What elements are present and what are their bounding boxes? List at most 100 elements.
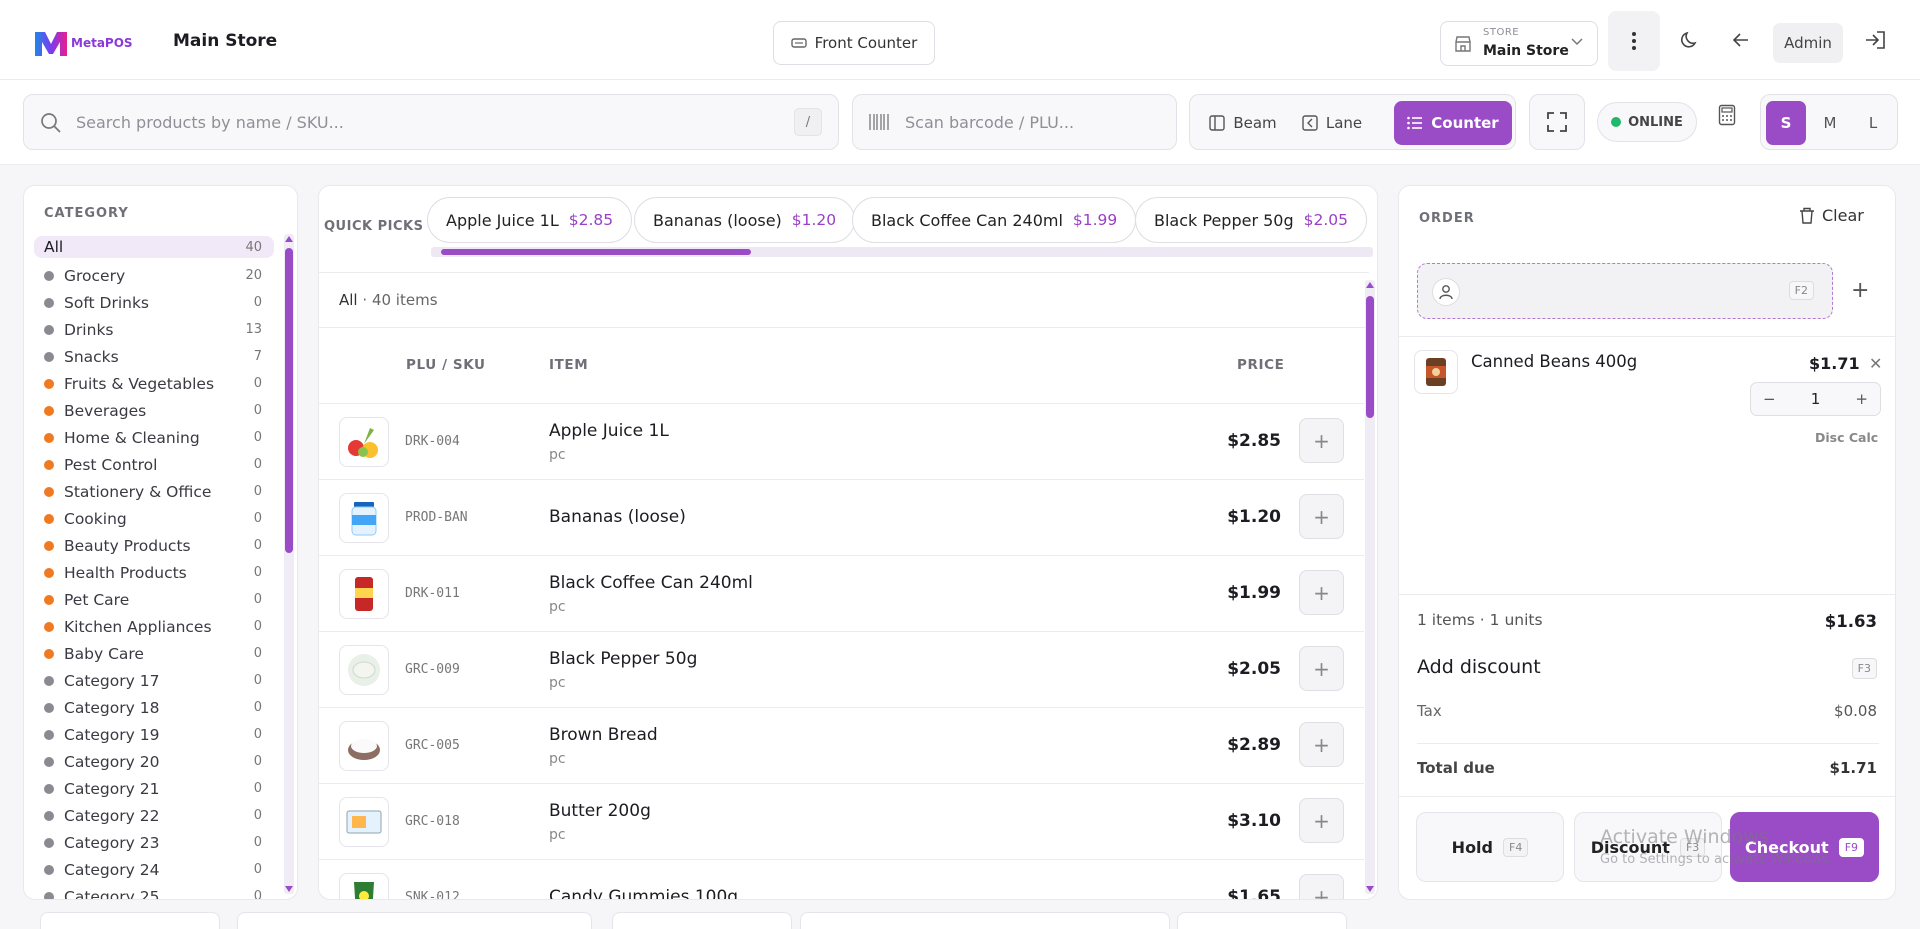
register-button[interactable]: Front Counter — [773, 21, 935, 65]
product-unit: pc — [549, 675, 566, 691]
product-name: Butter 200g — [549, 801, 651, 821]
view-counter-button[interactable]: Counter — [1394, 101, 1512, 145]
logout-icon[interactable] — [1864, 30, 1886, 50]
line-calc-button[interactable]: Calc — [1849, 430, 1878, 445]
product-scrollbar[interactable] — [1365, 280, 1375, 894]
category-item[interactable]: Home & Cleaning 0 — [34, 424, 274, 451]
category-item[interactable]: Fruits & Vegetables 0 — [34, 370, 274, 397]
category-count: 0 — [253, 457, 262, 472]
category-item[interactable]: Category 24 0 — [34, 856, 274, 883]
add-to-order-button[interactable]: + — [1299, 570, 1344, 615]
category-count: 0 — [253, 727, 262, 742]
category-item[interactable]: Category 17 0 — [34, 667, 274, 694]
kebab-icon — [1631, 31, 1637, 51]
quick-pick-price: $2.85 — [568, 211, 614, 229]
store-select[interactable]: STORE Main Store — [1440, 21, 1598, 66]
add-customer-button[interactable]: + — [1851, 278, 1869, 303]
product-row[interactable]: DRK-011 Black Coffee Can 240ml pc $1.99 + — [319, 556, 1364, 632]
category-item[interactable]: Category 19 0 — [34, 721, 274, 748]
fullscreen-button[interactable] — [1529, 94, 1585, 150]
clear-order-button[interactable]: Clear — [1799, 206, 1864, 225]
category-item[interactable]: Cooking 0 — [34, 505, 274, 532]
category-dot — [44, 351, 54, 362]
quick-picks-scrollbar[interactable] — [431, 247, 1373, 257]
category-item[interactable]: Soft Drinks 0 — [34, 289, 274, 316]
chevron-down-icon — [1571, 38, 1583, 46]
breadcrumb: All · 40 items — [339, 291, 438, 309]
add-to-order-button[interactable]: + — [1299, 494, 1344, 539]
category-item[interactable]: Category 20 0 — [34, 748, 274, 775]
product-row[interactable]: PROD-BAN Bananas (loose) $1.20 + — [319, 480, 1364, 556]
more-menu-button[interactable] — [1608, 11, 1660, 71]
product-row[interactable]: GRC-009 Black Pepper 50g pc $2.05 + — [319, 632, 1364, 708]
size-s-button[interactable]: S — [1766, 101, 1806, 145]
line-disc-button[interactable]: Disc — [1815, 430, 1845, 445]
customer-select[interactable]: F2 — [1417, 263, 1833, 319]
category-item[interactable]: Category 22 0 — [34, 802, 274, 829]
category-item[interactable]: Baby Care 0 — [34, 640, 274, 667]
product-row[interactable]: GRC-018 Butter 200g pc $3.10 + — [319, 784, 1364, 860]
product-row[interactable]: DRK-004 Apple Juice 1L pc $2.85 + — [319, 404, 1364, 480]
size-l-button[interactable]: L — [1853, 101, 1893, 145]
add-to-order-button[interactable]: + — [1299, 874, 1344, 899]
quick-pick-chip[interactable]: Apple Juice 1L $2.85 — [427, 197, 633, 243]
qty-decrement-button[interactable]: − — [1763, 390, 1776, 408]
product-price: $2.85 — [1227, 431, 1281, 451]
category-name: Pest Control — [64, 455, 158, 474]
add-to-order-button[interactable]: + — [1299, 646, 1344, 691]
category-item[interactable]: Stationery & Office 0 — [34, 478, 274, 505]
category-count: 0 — [253, 862, 262, 877]
qty-value[interactable]: 1 — [1811, 390, 1821, 408]
qty-increment-button[interactable]: + — [1855, 390, 1868, 408]
category-title: CATEGORY — [44, 206, 129, 221]
quick-pick-chip[interactable]: Bananas (loose) $1.20 — [634, 197, 856, 243]
barcode-input[interactable] — [905, 107, 1155, 137]
search-input[interactable] — [76, 107, 776, 137]
crumb-all[interactable]: All — [339, 291, 358, 309]
admin-button[interactable]: Admin — [1773, 23, 1843, 63]
category-scrollbar[interactable] — [284, 234, 294, 894]
view-beam-label: Beam — [1233, 114, 1277, 132]
hold-button[interactable]: Hold F4 — [1416, 812, 1564, 882]
category-item[interactable]: Health Products 0 — [34, 559, 274, 586]
category-item[interactable]: Snacks 7 — [34, 343, 274, 370]
category-item[interactable]: Category 21 0 — [34, 775, 274, 802]
category-item[interactable]: Kitchen Appliances 0 — [34, 613, 274, 640]
category-item[interactable]: Category 25 0 — [34, 883, 274, 899]
category-item[interactable]: Drinks 13 — [34, 316, 274, 343]
back-arrow-icon[interactable] — [1731, 30, 1751, 50]
product-unit: pc — [549, 751, 566, 767]
quick-picks-scroll-thumb[interactable] — [441, 249, 751, 255]
category-item[interactable]: All 40 — [34, 236, 274, 258]
category-item[interactable]: Category 18 0 — [34, 694, 274, 721]
category-item[interactable]: Pest Control 0 — [34, 451, 274, 478]
quick-pick-chip[interactable]: Black Pepper 50g $2.05 — [1135, 197, 1368, 243]
category-dot — [44, 729, 54, 740]
category-item[interactable]: Beverages 0 — [34, 397, 274, 424]
quick-pick-chip[interactable]: Black Coffee Can 240ml $1.99 — [852, 197, 1137, 243]
product-row[interactable]: GRC-005 Brown Bread pc $2.89 + — [319, 708, 1364, 784]
category-scroll-thumb[interactable] — [285, 248, 293, 553]
add-to-order-button[interactable]: + — [1299, 722, 1344, 767]
calculator-icon[interactable] — [1718, 104, 1736, 126]
add-to-order-button[interactable]: + — [1299, 418, 1344, 463]
category-item[interactable]: Category 23 0 — [34, 829, 274, 856]
user-icon — [1432, 278, 1460, 306]
metapos-logo[interactable]: MetaPOS — [33, 26, 153, 60]
category-item[interactable]: Beauty Products 0 — [34, 532, 274, 559]
view-lane-button[interactable]: Lane — [1292, 101, 1372, 145]
product-sku: SNK-012 — [405, 890, 460, 900]
add-discount-link[interactable]: Add discount — [1417, 656, 1541, 678]
category-item[interactable]: Pet Care 0 — [34, 586, 274, 613]
product-name: Bananas (loose) — [549, 507, 686, 527]
remove-line-icon[interactable]: ✕ — [1869, 354, 1882, 373]
divider — [1417, 743, 1879, 744]
product-name: Apple Juice 1L — [549, 421, 669, 441]
size-m-button[interactable]: M — [1810, 101, 1850, 145]
view-beam-button[interactable]: Beam — [1200, 101, 1286, 145]
dark-mode-toggle-icon[interactable] — [1680, 30, 1700, 50]
product-scroll-thumb[interactable] — [1366, 296, 1374, 418]
category-item[interactable]: Grocery 20 — [34, 262, 274, 289]
add-to-order-button[interactable]: + — [1299, 798, 1344, 843]
product-row[interactable]: SNK-012 Candy Gummies 100g $1.65 + — [319, 860, 1364, 900]
